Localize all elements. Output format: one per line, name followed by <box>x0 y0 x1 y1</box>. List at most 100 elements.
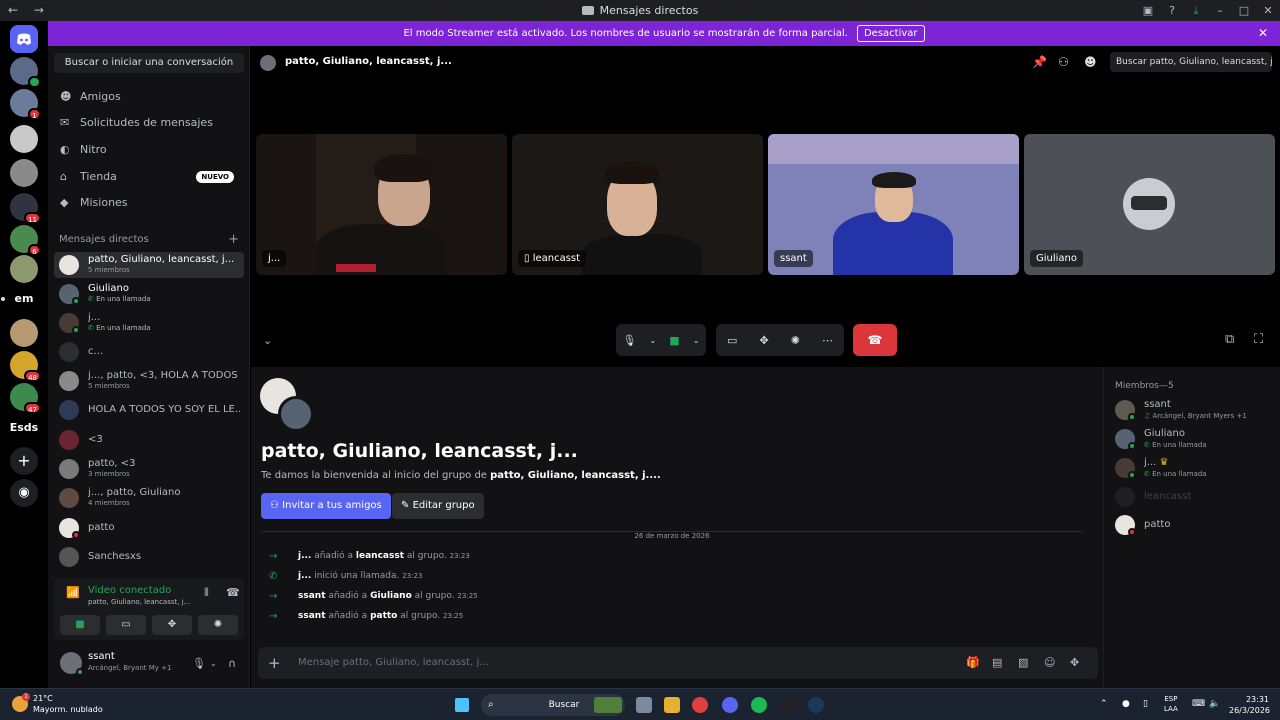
server-icon[interactable] <box>10 159 38 187</box>
camera-button[interactable]: ■ <box>60 615 100 635</box>
tray-app-icon[interactable]: ● <box>1122 699 1130 709</box>
server-icon[interactable]: 47 <box>10 383 41 414</box>
dm-item[interactable]: j..., patto, Giuliano 4 miembros <box>54 485 244 511</box>
video-tile[interactable]: ▯ leancasst <box>512 134 763 275</box>
discord-home-icon[interactable] <box>10 25 38 53</box>
member-item[interactable]: j... ♛ ✆ En una llamada <box>1115 456 1275 480</box>
server-icon-text[interactable]: Esds <box>0 421 48 434</box>
help-icon[interactable]: ? <box>1160 0 1184 21</box>
gift-icon[interactable]: 🎁 <box>966 656 980 669</box>
task-view-icon[interactable] <box>636 697 652 713</box>
language-indicator[interactable]: ESP LAA <box>1164 694 1178 714</box>
microphone-icon[interactable]: 🎙 <box>623 334 637 347</box>
upload-icon[interactable]: + <box>268 654 281 672</box>
tray-chevron-icon[interactable]: ⌃ <box>1100 699 1108 709</box>
server-icon-text[interactable]: em <box>0 292 48 305</box>
disconnect-icon[interactable]: ☎ <box>226 586 240 599</box>
maximize-icon[interactable]: □ <box>1232 0 1256 21</box>
nav-nitro[interactable]: ◐ Nitro <box>54 138 244 162</box>
inbox-icon[interactable]: ▣ <box>1136 0 1160 21</box>
camera-icon[interactable]: ■ <box>669 334 679 347</box>
server-icon[interactable]: 11 <box>10 193 41 224</box>
member-item[interactable]: ssant ♫ Arcángel, Bryant Myers +1 <box>1115 398 1275 422</box>
clock[interactable]: 23:31 26/3/2026 <box>1229 694 1270 716</box>
server-icon[interactable] <box>10 57 41 88</box>
dm-item[interactable]: <3 <box>54 427 244 453</box>
edit-group-button[interactable]: ✎ Editar grupo <box>392 493 484 519</box>
activities-button[interactable]: ✥ <box>152 615 192 635</box>
file-explorer-icon[interactable] <box>664 697 680 713</box>
more-icon[interactable]: ⋯ <box>822 334 833 347</box>
username[interactable]: ssant <box>88 651 115 662</box>
activities-icon[interactable]: ✥ <box>759 334 768 347</box>
server-icon[interactable]: 48 <box>10 351 41 382</box>
member-item[interactable]: leancasst <box>1115 485 1275 509</box>
apps-icon[interactable]: ✥ <box>1070 656 1079 669</box>
volume-icon[interactable]: 🔈 <box>1209 699 1220 709</box>
close-banner-icon[interactable]: ✕ <box>1258 21 1268 46</box>
member-item[interactable]: patto <box>1115 513 1275 537</box>
headphones-icon[interactable]: ∩ <box>228 657 236 670</box>
add-server-icon[interactable]: + <box>10 447 38 475</box>
members-icon[interactable]: ☻ <box>1084 55 1097 69</box>
dm-item[interactable]: patto, <3 3 miembros <box>54 456 244 482</box>
invite-friends-button[interactable]: ⚇ Invitar a tus amigos <box>261 493 391 519</box>
server-icon[interactable] <box>10 255 38 283</box>
minimize-icon[interactable]: – <box>1208 0 1232 21</box>
chevron-down-icon[interactable]: ⌄ <box>650 336 657 345</box>
popout-icon[interactable]: ⧉ <box>1225 332 1234 347</box>
dm-item[interactable]: j... ✆ En una llamada <box>54 310 244 336</box>
close-icon[interactable]: ✕ <box>1256 0 1280 21</box>
screen-share-button[interactable]: ▭ <box>106 615 146 635</box>
server-icon[interactable] <box>10 319 38 347</box>
windows-start-icon[interactable] <box>455 698 469 712</box>
nav-quests[interactable]: ◆ Misiones <box>54 191 244 215</box>
fullscreen-icon[interactable]: ⛶ <box>1254 332 1263 347</box>
weather-widget[interactable]: 21°C Mayorm. nublado <box>33 693 103 715</box>
chrome-icon[interactable] <box>692 697 708 713</box>
message-input[interactable]: Mensaje patto, Giuliano, leancasst, j... <box>298 657 489 668</box>
noise-suppression-icon[interactable]: ⦀ <box>204 586 209 600</box>
dm-item[interactable]: j..., patto, <3, HOLA A TODOS Y... 5 miem… <box>54 368 244 394</box>
add-friends-icon[interactable]: ⚇ <box>1058 55 1069 69</box>
nav-message-requests[interactable]: ✉ Solicitudes de mensajes <box>54 111 244 135</box>
app-icon[interactable] <box>780 697 796 713</box>
find-conversation-button[interactable]: Buscar o iniciar una conversación <box>54 53 244 73</box>
video-tile[interactable]: Giuliano <box>1024 134 1275 275</box>
dm-item[interactable]: HOLA A TODOS YO SOY EL LE... <box>54 397 244 423</box>
pin-icon[interactable]: 📌 <box>1032 55 1047 69</box>
chevron-down-icon[interactable]: ⌄ <box>263 334 272 347</box>
disable-streamer-button[interactable]: Desactivar <box>856 25 925 42</box>
soundboard-button[interactable]: ✺ <box>198 615 238 635</box>
message-composer[interactable]: + Mensaje patto, Giuliano, leancasst, j.… <box>258 647 1098 679</box>
search-input[interactable]: Buscar patto, Giuliano, leancasst, j... <box>1110 52 1272 72</box>
nav-friends[interactable]: ☻ Amigos <box>54 85 244 109</box>
soundboard-icon[interactable]: ✺ <box>791 334 800 347</box>
dm-item[interactable]: Giuliano ✆ En una llamada <box>54 281 244 307</box>
steam-icon[interactable] <box>808 697 824 713</box>
discover-icon[interactable]: ◉ <box>10 479 38 507</box>
dm-item[interactable]: patto, Giuliano, leancasst, j... 5 miembr… <box>54 252 244 278</box>
member-item[interactable]: Giuliano ✆ En una llamada <box>1115 427 1275 451</box>
spotify-icon[interactable] <box>751 697 767 713</box>
network-icon[interactable]: ⌨ <box>1192 699 1205 709</box>
download-icon[interactable]: ⤓ <box>1184 0 1208 21</box>
dm-item[interactable]: Sanchesxs <box>54 544 244 570</box>
sticker-icon[interactable]: ▧ <box>1018 656 1028 669</box>
discord-icon[interactable] <box>722 697 738 713</box>
emoji-icon[interactable]: ☺ <box>1044 656 1055 669</box>
video-tile[interactable]: ssant <box>768 134 1019 275</box>
server-icon[interactable]: 1 <box>10 89 41 120</box>
create-dm-icon[interactable]: + <box>228 232 239 247</box>
video-tile[interactable]: j... <box>256 134 507 275</box>
server-icon[interactable] <box>10 125 38 153</box>
chevron-down-icon[interactable]: ⌄ <box>693 336 700 345</box>
tray-app-icon[interactable]: ▯ <box>1143 699 1148 709</box>
voice-status[interactable]: Video conectado <box>88 585 171 596</box>
leave-call-button[interactable]: ☎ <box>853 324 897 356</box>
microphone-icon[interactable]: 🎙 <box>192 657 206 670</box>
gif-icon[interactable]: ▤ <box>992 656 1002 669</box>
nav-shop[interactable]: ⌂ Tienda NUEVO <box>54 165 244 189</box>
screen-share-icon[interactable]: ▭ <box>727 334 737 347</box>
dm-item[interactable]: c... <box>54 339 244 365</box>
